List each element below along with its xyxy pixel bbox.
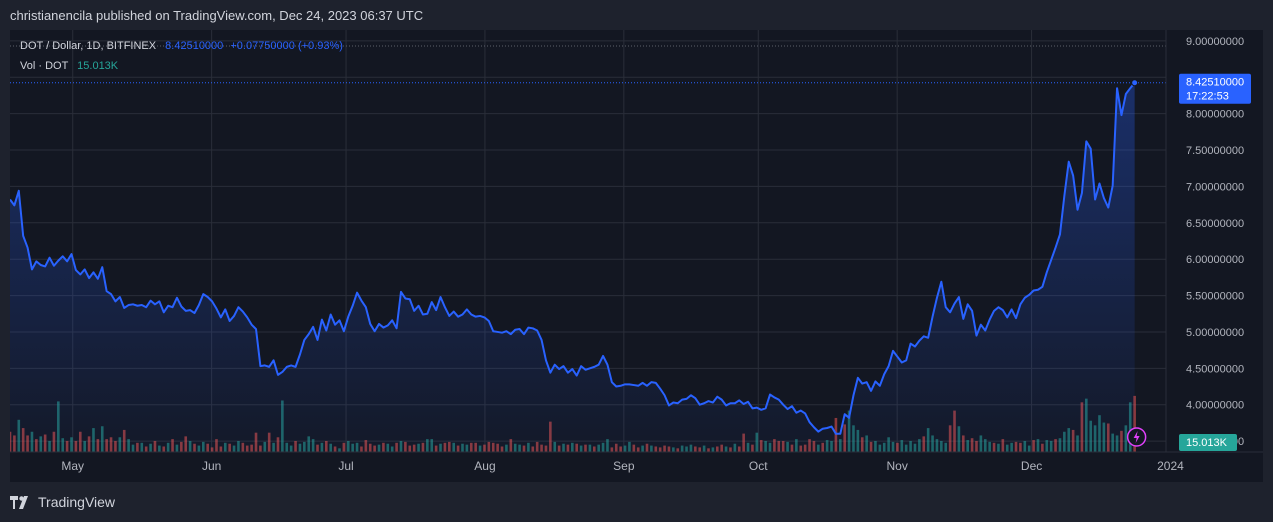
footer: TradingView bbox=[10, 494, 115, 510]
y-tick-label: 4.00000000 bbox=[1186, 400, 1244, 412]
publisher-caption: christianencila published on TradingView… bbox=[10, 8, 424, 23]
last-price-dot bbox=[1131, 79, 1139, 87]
y-tick-label: 4.50000000 bbox=[1186, 363, 1244, 375]
y-tick-label: 6.00000000 bbox=[1186, 254, 1244, 266]
y-tick-label: 9.00000000 bbox=[1186, 36, 1244, 48]
legend-change: +0.07750000 (+0.93%) bbox=[230, 40, 343, 52]
brand-name[interactable]: TradingView bbox=[38, 494, 115, 510]
price-area-fill bbox=[10, 82, 1135, 453]
legend-price-row: DOT / Dollar, 1D, BITFINEX 8.42510000 +0… bbox=[20, 36, 343, 56]
lightning-icon[interactable] bbox=[1126, 427, 1147, 447]
x-tick-label: 2024 bbox=[1157, 459, 1184, 473]
y-tick-label: 6.50000000 bbox=[1186, 218, 1244, 230]
countdown-tag-value: 17:22:53 bbox=[1186, 91, 1229, 103]
tradingview-logo-icon[interactable] bbox=[10, 495, 32, 509]
chart-panel[interactable]: 3.500000004.000000004.500000005.00000000… bbox=[10, 30, 1263, 482]
x-tick-label: Nov bbox=[886, 459, 907, 473]
x-tick-label: Dec bbox=[1021, 459, 1042, 473]
last-price-tag-value: 8.42510000 bbox=[1186, 77, 1244, 89]
chart-legend: DOT / Dollar, 1D, BITFINEX 8.42510000 +0… bbox=[20, 36, 343, 76]
x-tick-label: Sep bbox=[613, 459, 635, 473]
y-tick-label: 5.00000000 bbox=[1186, 327, 1244, 339]
price-chart[interactable]: 3.500000004.000000004.500000005.00000000… bbox=[10, 30, 1263, 482]
legend-last-price: 8.42510000 bbox=[165, 40, 224, 52]
x-tick-label: Aug bbox=[474, 459, 495, 473]
legend-volume-row: Vol · DOT 15.013K bbox=[20, 56, 343, 76]
legend-symbol[interactable]: DOT / Dollar, 1D, BITFINEX bbox=[20, 40, 156, 52]
y-tick-label: 7.00000000 bbox=[1186, 181, 1244, 193]
x-tick-label: Jun bbox=[202, 459, 221, 473]
y-tick-label: 5.50000000 bbox=[1186, 291, 1244, 303]
y-tick-label: 7.50000000 bbox=[1186, 145, 1244, 157]
x-tick-label: Oct bbox=[749, 459, 768, 473]
x-tick-label: May bbox=[61, 459, 84, 473]
price-area bbox=[10, 82, 1135, 453]
x-tick-label: Jul bbox=[338, 459, 353, 473]
legend-volume-label[interactable]: Vol · DOT bbox=[20, 60, 68, 72]
legend-volume-value: 15.013K bbox=[77, 60, 119, 72]
volume-tag-value: 15.013K bbox=[1186, 437, 1228, 449]
y-tick-label: 8.00000000 bbox=[1186, 109, 1244, 121]
